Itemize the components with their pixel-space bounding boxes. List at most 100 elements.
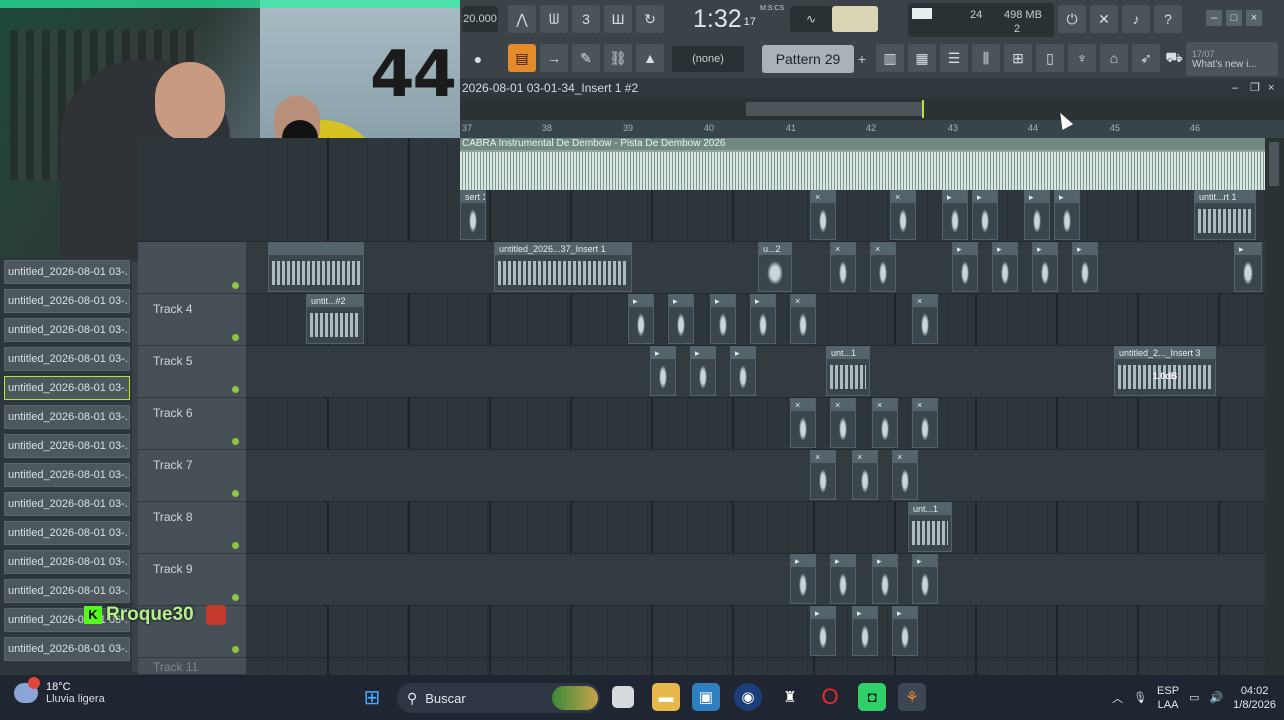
- pattern-none-select[interactable]: (none): [672, 46, 744, 72]
- audio-clip[interactable]: ×: [870, 242, 896, 292]
- browser-app-icon[interactable]: ◉: [734, 683, 762, 711]
- audio-clip[interactable]: unt...1: [908, 502, 952, 552]
- audio-clip[interactable]: ▸: [952, 242, 978, 292]
- audio-clip[interactable]: ▸: [830, 554, 856, 604]
- audio-clip[interactable]: ×: [872, 398, 898, 448]
- audio-clip[interactable]: ×: [912, 294, 938, 344]
- audio-clip[interactable]: untit...rt 1: [1194, 190, 1256, 240]
- audio-clip[interactable]: ▸: [628, 294, 654, 344]
- browser-item[interactable]: untitled_2026-08-01 03-...: [4, 289, 130, 313]
- tools-icon[interactable]: ✕: [1090, 5, 1118, 33]
- browser-icon[interactable]: ⊞: [1004, 44, 1032, 72]
- channel-rack-icon[interactable]: ☰: [940, 44, 968, 72]
- browser-item[interactable]: untitled_2026-08-01 03-...: [4, 550, 130, 574]
- audio-clip[interactable]: ×: [890, 190, 916, 240]
- audio-clip[interactable]: untit...#2: [306, 294, 364, 344]
- browser-item-selected[interactable]: untitled_2026-08-01 03-...: [4, 376, 130, 400]
- audio-clip[interactable]: ×: [830, 398, 856, 448]
- track-mute-led[interactable]: [232, 490, 239, 497]
- maximize-icon[interactable]: □: [1226, 10, 1242, 26]
- browser-item[interactable]: untitled_2026-08-01 03-...: [4, 434, 130, 458]
- tray-expand-icon[interactable]: ︿: [1112, 690, 1123, 706]
- add-pattern-button[interactable]: +: [856, 48, 868, 70]
- scrollbar-thumb[interactable]: [746, 102, 924, 116]
- browser-item[interactable]: untitled_2026-08-01 03-...: [4, 492, 130, 516]
- playlist-vertical-scrollbar[interactable]: [1265, 138, 1284, 675]
- playlist-close-icon[interactable]: ×: [1268, 78, 1274, 98]
- audio-clip[interactable]: [268, 242, 364, 292]
- track-header[interactable]: Track 4: [138, 294, 246, 346]
- mixer-icon[interactable]: ⫼: [972, 44, 1000, 72]
- browser-item[interactable]: untitled_2026-08-01 03-...: [4, 521, 130, 545]
- audio-clip[interactable]: ▸: [1024, 190, 1050, 240]
- close-icon[interactable]: ×: [1246, 10, 1262, 26]
- track-header[interactable]: Track 5: [138, 346, 246, 398]
- track-mute-led[interactable]: [232, 334, 239, 341]
- pitch-knob-icon[interactable]: ●: [464, 45, 492, 73]
- piano-roll-icon[interactable]: ▦: [908, 44, 936, 72]
- track-mute-led[interactable]: [232, 438, 239, 445]
- audio-clip[interactable]: ▸: [1054, 190, 1080, 240]
- audio-clip[interactable]: ×: [810, 190, 836, 240]
- link-tool-icon[interactable]: ⛓: [604, 44, 632, 72]
- track-mute-led[interactable]: [232, 386, 239, 393]
- browser-item[interactable]: untitled_2026-08-01 03-...: [4, 637, 130, 661]
- store-icon[interactable]: ▣: [692, 683, 720, 711]
- track-mute-led[interactable]: [232, 646, 239, 653]
- playlist-horizontal-scrollbar[interactable]: [460, 98, 1284, 120]
- volume-icon[interactable]: 🔊: [1209, 691, 1223, 704]
- track-header[interactable]: Track 8: [138, 502, 246, 554]
- loop-record-icon[interactable]: ↻: [636, 5, 664, 33]
- audio-clip[interactable]: ▸: [912, 554, 938, 604]
- tempo-tapper-icon[interactable]: ⌂: [1100, 44, 1128, 72]
- news-panel[interactable]: 17/07 What's new i...: [1186, 42, 1278, 76]
- opera-icon[interactable]: O: [816, 683, 844, 711]
- audio-clip[interactable]: ▸: [710, 294, 736, 344]
- track-mute-led[interactable]: [232, 542, 239, 549]
- audio-clip[interactable]: ▸: [730, 346, 756, 396]
- audio-clip[interactable]: ▸: [1072, 242, 1098, 292]
- playlist-icon[interactable]: ▥: [876, 44, 904, 72]
- track-lane[interactable]: [138, 398, 1265, 450]
- chat-app-icon[interactable]: ◘: [858, 683, 886, 711]
- track-lane[interactable]: [138, 450, 1265, 502]
- countdown-icon[interactable]: 3: [572, 5, 600, 33]
- power-icon[interactable]: ⏻: [1058, 5, 1086, 33]
- pencil-tool-icon[interactable]: ✎: [572, 44, 600, 72]
- clipboard-icon[interactable]: ▯: [1036, 44, 1064, 72]
- audio-clip[interactable]: sert 1: [460, 190, 486, 240]
- audio-clip[interactable]: ▸: [790, 554, 816, 604]
- audio-clip[interactable]: ▸: [1032, 242, 1058, 292]
- audio-clip[interactable]: ▸: [668, 294, 694, 344]
- pattern-select[interactable]: Pattern 29: [762, 45, 854, 73]
- plugin-icon[interactable]: ♆: [1068, 44, 1096, 72]
- audio-clip[interactable]: untitled_2..._Insert 3 1.0dB: [1114, 346, 1216, 396]
- audio-clip[interactable]: ▸: [690, 346, 716, 396]
- game-app-icon[interactable]: ♜: [776, 683, 804, 711]
- audio-clip[interactable]: unt...1: [826, 346, 870, 396]
- audio-clip[interactable]: ×: [830, 242, 856, 292]
- track-lane[interactable]: [138, 606, 1265, 658]
- track-mute-led[interactable]: [232, 594, 239, 601]
- browser-item[interactable]: untitled_2026-08-01 03-...: [4, 260, 130, 284]
- track-header[interactable]: Track 11: [138, 658, 246, 675]
- audio-clip[interactable]: ×: [790, 294, 816, 344]
- audio-clip[interactable]: ×: [852, 450, 878, 500]
- audio-clip[interactable]: ▸: [872, 554, 898, 604]
- audio-clip[interactable]: ▸: [972, 190, 998, 240]
- audio-clip[interactable]: ▸: [942, 190, 968, 240]
- audio-clip[interactable]: untitled_2026...37_Insert 1: [494, 242, 632, 292]
- audio-clip[interactable]: ▸: [892, 606, 918, 656]
- browser-item[interactable]: untitled_2026-08-01 03-...: [4, 463, 130, 487]
- weather-widget[interactable]: 18°C Lluvia ligera: [14, 677, 105, 705]
- help-icon[interactable]: ?: [1154, 5, 1182, 33]
- track-header[interactable]: Track 9: [138, 554, 246, 606]
- wait-for-input-icon[interactable]: ᗯ: [540, 5, 568, 33]
- playlist-minimize-icon[interactable]: –: [1232, 78, 1238, 98]
- clock[interactable]: 04:02 1/8/2026: [1233, 684, 1276, 712]
- audio-clip[interactable]: ×: [912, 398, 938, 448]
- metronome-icon[interactable]: ⋀: [508, 5, 536, 33]
- audio-clip[interactable]: ×: [790, 398, 816, 448]
- track-header[interactable]: Track 7: [138, 450, 246, 502]
- audio-clip[interactable]: ▸: [992, 242, 1018, 292]
